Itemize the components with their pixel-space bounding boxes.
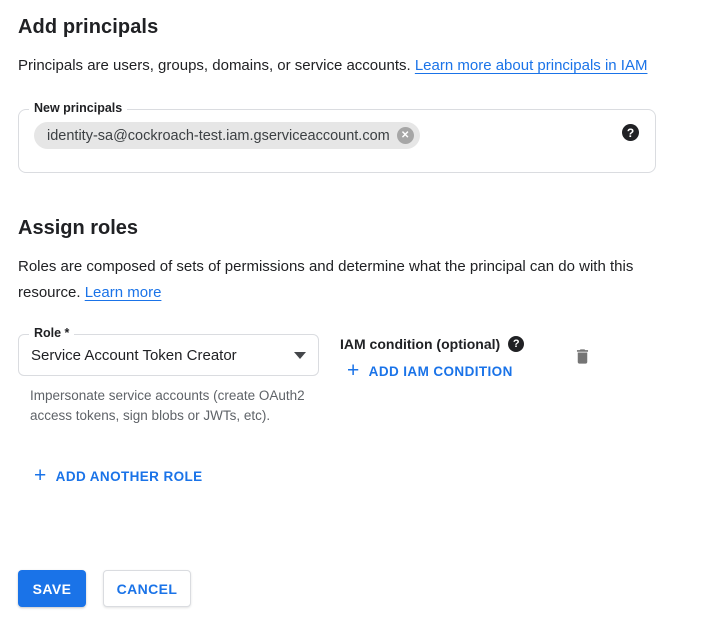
iam-condition-label-row: IAM condition (optional) ? bbox=[340, 336, 524, 352]
save-button[interactable]: SAVE bbox=[18, 570, 86, 607]
principal-chip: identity-sa@cockroach-test.iam.gservicea… bbox=[34, 122, 420, 149]
iam-condition-column: IAM condition (optional) ? + ADD IAM CON… bbox=[340, 334, 524, 383]
add-another-role-label: ADD ANOTHER ROLE bbox=[56, 469, 203, 484]
learn-more-roles-link[interactable]: Learn more bbox=[85, 284, 162, 301]
learn-more-principals-link[interactable]: Learn more about principals in IAM bbox=[415, 57, 648, 74]
dialog-actions: SAVE CANCEL bbox=[18, 570, 191, 607]
role-column: Role * Service Account Token Creator Imp… bbox=[18, 334, 319, 426]
page-title: Add principals bbox=[18, 16, 695, 39]
principals-description: Principals are users, groups, domains, o… bbox=[18, 53, 668, 79]
cancel-button[interactable]: CANCEL bbox=[103, 570, 191, 607]
dropdown-arrow-icon bbox=[294, 352, 306, 359]
new-principals-field-label: New principals bbox=[29, 101, 127, 115]
assign-roles-title: Assign roles bbox=[18, 217, 695, 240]
plus-icon: + bbox=[347, 360, 360, 381]
add-iam-condition-button[interactable]: + ADD IAM CONDITION bbox=[340, 361, 513, 382]
add-principals-panel: Add principals Principals are users, gro… bbox=[0, 0, 713, 488]
role-select-value: Service Account Token Creator bbox=[31, 347, 237, 364]
role-helper-text: Impersonate service accounts (create OAu… bbox=[18, 386, 308, 426]
help-icon[interactable]: ? bbox=[508, 336, 524, 352]
delete-role-button[interactable] bbox=[571, 344, 594, 369]
role-select[interactable]: Role * Service Account Token Creator bbox=[18, 334, 319, 376]
help-icon[interactable]: ? bbox=[622, 124, 639, 141]
add-iam-condition-label: ADD IAM CONDITION bbox=[369, 364, 513, 379]
close-icon[interactable]: ✕ bbox=[397, 127, 414, 144]
plus-icon: + bbox=[34, 465, 47, 486]
principal-chip-label: identity-sa@cockroach-test.iam.gservicea… bbox=[47, 128, 390, 144]
principals-description-text: Principals are users, groups, domains, o… bbox=[18, 57, 415, 74]
role-select-label: Role * bbox=[29, 326, 74, 340]
role-row: Role * Service Account Token Creator Imp… bbox=[18, 334, 656, 426]
iam-condition-label: IAM condition (optional) bbox=[340, 336, 500, 352]
add-another-role-button[interactable]: + ADD ANOTHER ROLE bbox=[34, 466, 203, 487]
new-principals-field[interactable]: New principals identity-sa@cockroach-tes… bbox=[18, 109, 656, 173]
trash-icon bbox=[573, 355, 592, 370]
roles-description: Roles are composed of sets of permission… bbox=[18, 254, 668, 306]
